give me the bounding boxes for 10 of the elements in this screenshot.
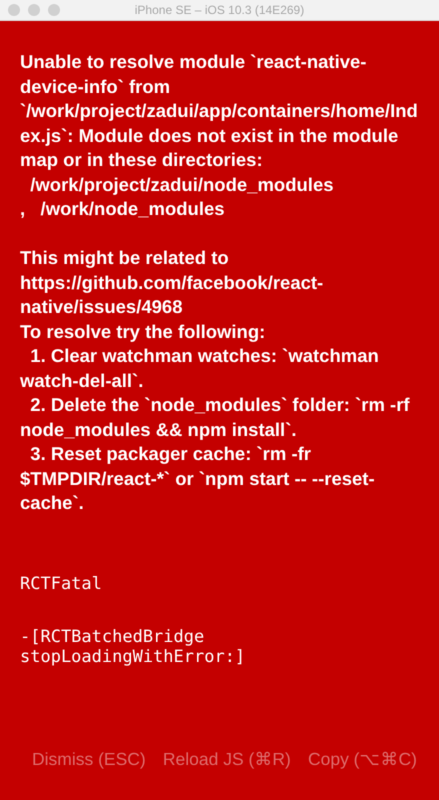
window-control-icon[interactable] [8, 4, 20, 16]
footer-button[interactable]: Copy (⌥⌘C) [306, 745, 419, 774]
window-control-icon[interactable] [28, 4, 40, 16]
window-control-icon[interactable] [48, 4, 60, 16]
footer-button[interactable]: Reload JS (⌘R) [160, 745, 293, 774]
footer-button[interactable]: Dismiss (ESC) [30, 745, 148, 774]
stack-frame: RCTFatal [20, 574, 380, 594]
window-title: iPhone SE – iOS 10.3 (14E269) [134, 3, 306, 17]
error-message: Unable to resolve module `react-native-device-info` from `/work/project/zadui/app/containers/home/Index.js`: Module does not exist in the module map or in these directories: /work/project/zadui/node_modules , /work/node_modules This might be related to https://github.com/facebook/react-native/issues/4968 To resolve try the following: 1. Clear watchman watches: `watchman watch-del-all`. 2. Delete the `node_modules` folder: `rm -rf node_modules && npm install`. 3. Reset packager cache: `rm -fr $TMPDIR/react-*` or `npm start -- --reset-cache`. [20, 50, 419, 515]
stack-frame: -[RCTBatchedBridge stopLoadingWithError:] [20, 626, 380, 666]
